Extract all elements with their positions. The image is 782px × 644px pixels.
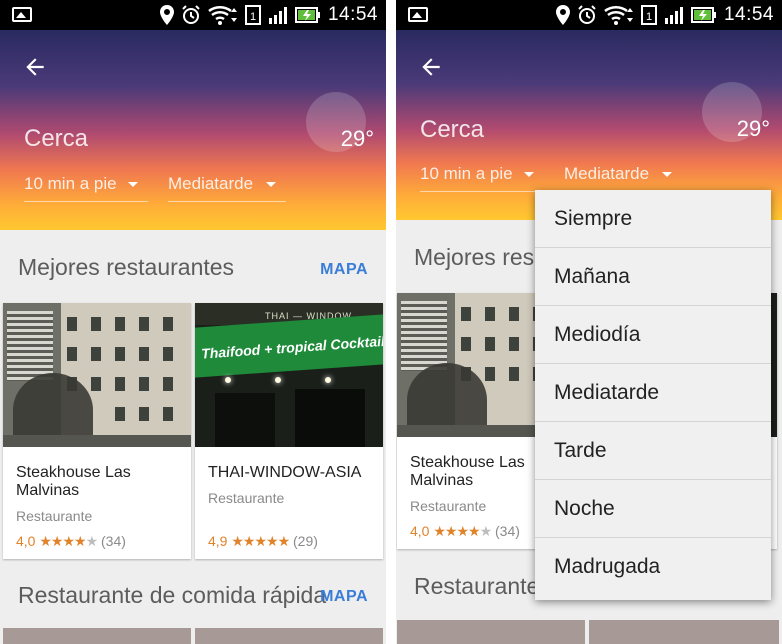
menu-item-mediatarde[interactable]: Mediatarde	[535, 364, 771, 422]
wifi-icon	[208, 6, 237, 25]
signal-icon	[664, 7, 683, 24]
section-title: Restaurante de comida rápida	[18, 582, 327, 608]
restaurant-name: THAI-WINDOW-ASIA	[208, 464, 362, 481]
clock: 14:54	[723, 4, 774, 25]
alarm-icon	[578, 5, 596, 24]
review-count: (34)	[101, 533, 126, 549]
map-link[interactable]: MAPA	[320, 261, 368, 279]
location-icon	[159, 5, 174, 25]
clock: 14:54	[327, 4, 378, 25]
status-bar: 1 14:54	[396, 0, 782, 30]
back-arrow-icon[interactable]	[22, 54, 48, 80]
time-dropdown-label: Mediatarde	[564, 164, 650, 183]
time-of-day-menu: Siempre Mañana Mediodía Mediatarde Tarde…	[535, 190, 771, 600]
left-screen: 1 14:54 Cerca 29° 10 min a pie Mediatard…	[0, 0, 386, 644]
thumbnail[interactable]	[397, 620, 585, 644]
restaurant-photo	[3, 303, 191, 447]
thumbnail[interactable]	[3, 628, 191, 644]
star-icons: ★★★★★	[231, 533, 290, 549]
chevron-down-icon	[128, 182, 138, 187]
review-count: (29)	[293, 533, 318, 549]
svg-text:1: 1	[646, 11, 652, 23]
restaurant-rating: 4,0 ★★★★★ (34)	[16, 533, 126, 550]
restaurant-type: Restaurante	[16, 508, 93, 524]
distance-dropdown-label: 10 min a pie	[24, 174, 117, 193]
rating-value: 4,0	[16, 533, 36, 549]
section-title: Mejores restaurantes	[18, 254, 235, 280]
back-arrow-icon[interactable]	[418, 54, 444, 80]
star-icons: ★★★★	[39, 533, 86, 549]
star-empty-icon: ★	[479, 523, 493, 539]
status-bar: 1 14:54	[0, 0, 386, 30]
rating-value: 4,9	[208, 533, 228, 549]
menu-item-madrugada[interactable]: Madrugada	[535, 538, 771, 596]
distance-dropdown[interactable]: 10 min a pie	[24, 174, 148, 202]
temperature: 29°	[736, 116, 770, 141]
svg-text:1: 1	[250, 11, 256, 23]
chevron-down-icon	[662, 172, 672, 177]
review-count: (34)	[495, 523, 520, 539]
thumbnail[interactable]	[589, 620, 779, 644]
wifi-icon	[604, 6, 633, 25]
menu-item-tarde[interactable]: Tarde	[535, 422, 771, 480]
sim-icon: 1	[244, 5, 261, 25]
menu-item-noche[interactable]: Noche	[535, 480, 771, 538]
gallery-notification-icon	[12, 7, 32, 22]
location-icon	[555, 5, 570, 25]
restaurant-card[interactable]: THAI — WINDOW — ASIA Thaifood + tropical…	[195, 303, 383, 559]
temperature: 29°	[340, 126, 374, 151]
page-title: Cerca	[24, 125, 89, 152]
distance-dropdown-label: 10 min a pie	[420, 164, 513, 183]
star-empty-icon: ★	[85, 533, 99, 549]
battery-charging-icon	[690, 7, 716, 23]
sim-icon: 1	[640, 5, 657, 25]
time-of-day-dropdown[interactable]: Mediatarde	[564, 164, 682, 191]
rating-value: 4,0	[410, 523, 430, 539]
gallery-notification-icon	[408, 7, 428, 22]
alarm-icon	[182, 5, 200, 24]
restaurant-rating: 4,9 ★★★★★ (29)	[208, 533, 318, 550]
menu-item-mediodia[interactable]: Mediodía	[535, 306, 771, 364]
star-icons: ★★★★	[433, 523, 480, 539]
map-link[interactable]: MAPA	[320, 588, 368, 606]
restaurant-type: Restaurante	[208, 490, 285, 506]
time-dropdown-label: Mediatarde	[168, 174, 254, 193]
chevron-down-icon	[524, 172, 534, 177]
thumbnail[interactable]	[195, 628, 383, 644]
page-title: Cerca	[420, 116, 485, 143]
menu-item-siempre[interactable]: Siempre	[535, 190, 771, 248]
restaurant-rating: 4,0 ★★★★★ (34)	[410, 523, 520, 540]
hero-header: Cerca 29° 10 min a pie Mediatarde	[0, 30, 386, 230]
chevron-down-icon	[266, 182, 276, 187]
restaurant-name: Steakhouse Las Malvinas	[16, 464, 131, 499]
distance-dropdown[interactable]: 10 min a pie	[420, 164, 544, 192]
signal-icon	[268, 7, 287, 24]
restaurant-photo: THAI — WINDOW — ASIA Thaifood + tropical…	[195, 303, 383, 447]
section-title: Mejores res	[414, 244, 535, 270]
restaurant-card[interactable]: Steakhouse Las Malvinas Restaurante 4,0 …	[3, 303, 191, 559]
time-of-day-dropdown[interactable]: Mediatarde	[168, 174, 286, 202]
restaurant-type: Restaurante	[410, 498, 487, 514]
menu-item-manana[interactable]: Mañana	[535, 248, 771, 306]
battery-charging-icon	[294, 7, 320, 23]
